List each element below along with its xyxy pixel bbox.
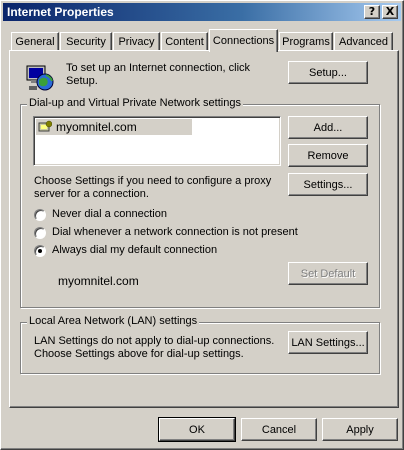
setup-button[interactable]: Setup... (288, 61, 368, 84)
radio-dial-when-no-network-label[interactable]: Dial whenever a network connection is no… (52, 226, 298, 239)
add-button[interactable]: Add... (288, 116, 368, 139)
current-default-connection: myomnitel.com (58, 274, 139, 288)
radio-never-dial-label[interactable]: Never dial a connection (52, 208, 167, 221)
set-default-button[interactable]: Set Default (288, 262, 368, 285)
radio-dial-when-no-network[interactable] (34, 227, 46, 239)
lan-description: LAN Settings do not apply to dial-up con… (34, 335, 275, 360)
apply-button[interactable]: Apply (322, 418, 398, 441)
connection-name: myomnitel.com (56, 120, 137, 134)
tab-programs[interactable]: Programs (279, 32, 333, 51)
tab-advanced[interactable]: Advanced (334, 32, 393, 51)
ok-button[interactable]: OK (158, 417, 236, 442)
tab-content[interactable]: Content (161, 32, 208, 51)
remove-button[interactable]: Remove (288, 144, 368, 167)
tab-general[interactable]: General (11, 32, 59, 51)
tab-strip: General Security Privacy Content Connect… (9, 29, 399, 52)
title-bar[interactable]: Internet Properties (3, 3, 401, 21)
radio-always-dial-label[interactable]: Always dial my default connection (52, 244, 217, 257)
cancel-button[interactable]: Cancel (241, 418, 317, 441)
connections-listbox[interactable]: myomnitel.com (33, 116, 281, 166)
radio-always-dial[interactable] (34, 245, 46, 257)
lan-settings-button[interactable]: LAN Settings... (288, 331, 368, 354)
radio-never-dial[interactable] (34, 209, 46, 221)
close-button[interactable]: X (382, 5, 398, 19)
dialup-connection-icon (38, 120, 53, 134)
lan-settings-group-label: Local Area Network (LAN) settings (27, 315, 200, 327)
list-item[interactable]: myomnitel.com (36, 119, 192, 135)
tab-security[interactable]: Security (60, 32, 112, 51)
network-globe-icon (25, 62, 57, 94)
help-button[interactable]: ? (364, 5, 380, 19)
dialup-vpn-group-label: Dial-up and Virtual Private Network sett… (27, 97, 243, 109)
radio-selected-dot (38, 249, 42, 253)
tab-privacy[interactable]: Privacy (113, 32, 160, 51)
window-title: Internet Properties (7, 5, 114, 19)
setup-description: To set up an Internet connection, click … (66, 62, 251, 87)
tab-connections[interactable]: Connections (209, 29, 278, 52)
proxy-settings-description: Choose Settings if you need to configure… (34, 175, 272, 200)
settings-button[interactable]: Settings... (288, 173, 368, 196)
internet-properties-dialog: Internet Properties ? X General Security… (0, 0, 404, 450)
